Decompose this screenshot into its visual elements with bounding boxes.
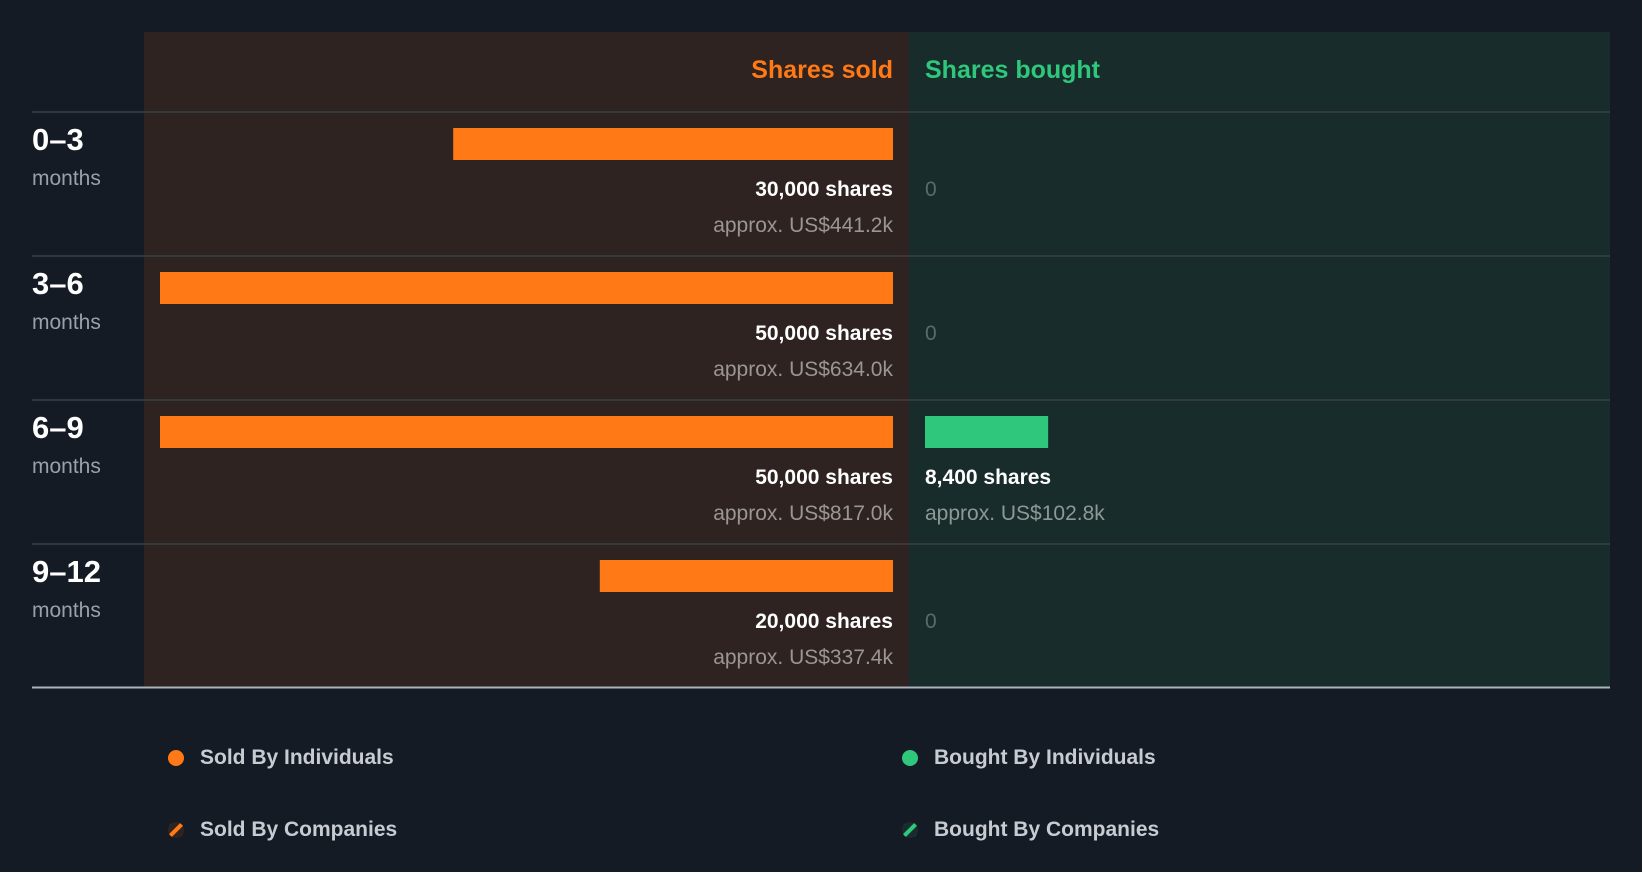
- sold-shares-label: 50,000 shares: [755, 466, 893, 489]
- bought-shares-label: 8,400 shares: [925, 466, 1051, 489]
- legend-sold-individuals[interactable]: Sold By Individuals: [168, 746, 394, 770]
- bought-panel: [909, 32, 1610, 687]
- legend-label: Bought By Individuals: [934, 746, 1156, 769]
- period-range: 3–6: [32, 266, 84, 301]
- sold-individuals-dot-icon: [168, 750, 184, 766]
- bought-shares-label: 0: [925, 322, 937, 345]
- sold-bar: [160, 272, 893, 304]
- insider-trading-chart: Shares sold Shares bought 30,000 shares a…: [0, 0, 1642, 700]
- bought-shares-label: 0: [925, 178, 937, 201]
- period-unit: months: [32, 311, 101, 334]
- period-range: 6–9: [32, 410, 84, 445]
- sold-bar: [453, 128, 893, 160]
- legend-bought-individuals[interactable]: Bought By Individuals: [902, 746, 1156, 770]
- sold-shares-label: 50,000 shares: [755, 322, 893, 345]
- bought-companies-striped-dot-icon: [902, 822, 918, 838]
- period-label: 9–12 months: [32, 554, 101, 624]
- period-unit: months: [32, 455, 101, 478]
- sold-value-label: approx. US$441.2k: [713, 214, 893, 237]
- period-label: 0–3 months: [32, 122, 101, 192]
- legend-label: Sold By Companies: [200, 818, 398, 841]
- period-label: 3–6 months: [32, 266, 101, 336]
- period-range: 0–3: [32, 122, 84, 157]
- sold-header: Shares sold: [751, 56, 893, 84]
- legend: Sold By Individuals Bought By Individual…: [0, 700, 1642, 872]
- sold-shares-label: 20,000 shares: [755, 610, 893, 633]
- bought-bar: [925, 416, 1049, 448]
- period-range: 9–12: [32, 554, 101, 589]
- bought-individuals-dot-icon: [902, 750, 918, 766]
- legend-label: Sold By Individuals: [200, 746, 394, 769]
- bought-header: Shares bought: [925, 56, 1101, 84]
- period-unit: months: [32, 599, 101, 622]
- sold-value-label: approx. US$817.0k: [713, 502, 893, 525]
- period-label: 6–9 months: [32, 410, 101, 480]
- legend-bought-companies[interactable]: Bought By Companies: [902, 818, 1159, 842]
- sold-value-label: approx. US$337.4k: [713, 646, 893, 669]
- sold-shares-label: 30,000 shares: [755, 178, 893, 201]
- chart-svg: Shares sold Shares bought 30,000 shares a…: [32, 32, 1610, 689]
- legend-label: Bought By Companies: [934, 818, 1160, 841]
- bought-shares-label: 0: [925, 610, 937, 633]
- sold-companies-striped-dot-icon: [168, 822, 184, 838]
- legend-sold-companies[interactable]: Sold By Companies: [168, 818, 397, 842]
- bought-value-label: approx. US$102.8k: [925, 502, 1105, 525]
- sold-value-label: approx. US$634.0k: [713, 358, 893, 381]
- period-unit: months: [32, 167, 101, 190]
- sold-bar: [599, 560, 893, 592]
- sold-bar: [160, 416, 893, 448]
